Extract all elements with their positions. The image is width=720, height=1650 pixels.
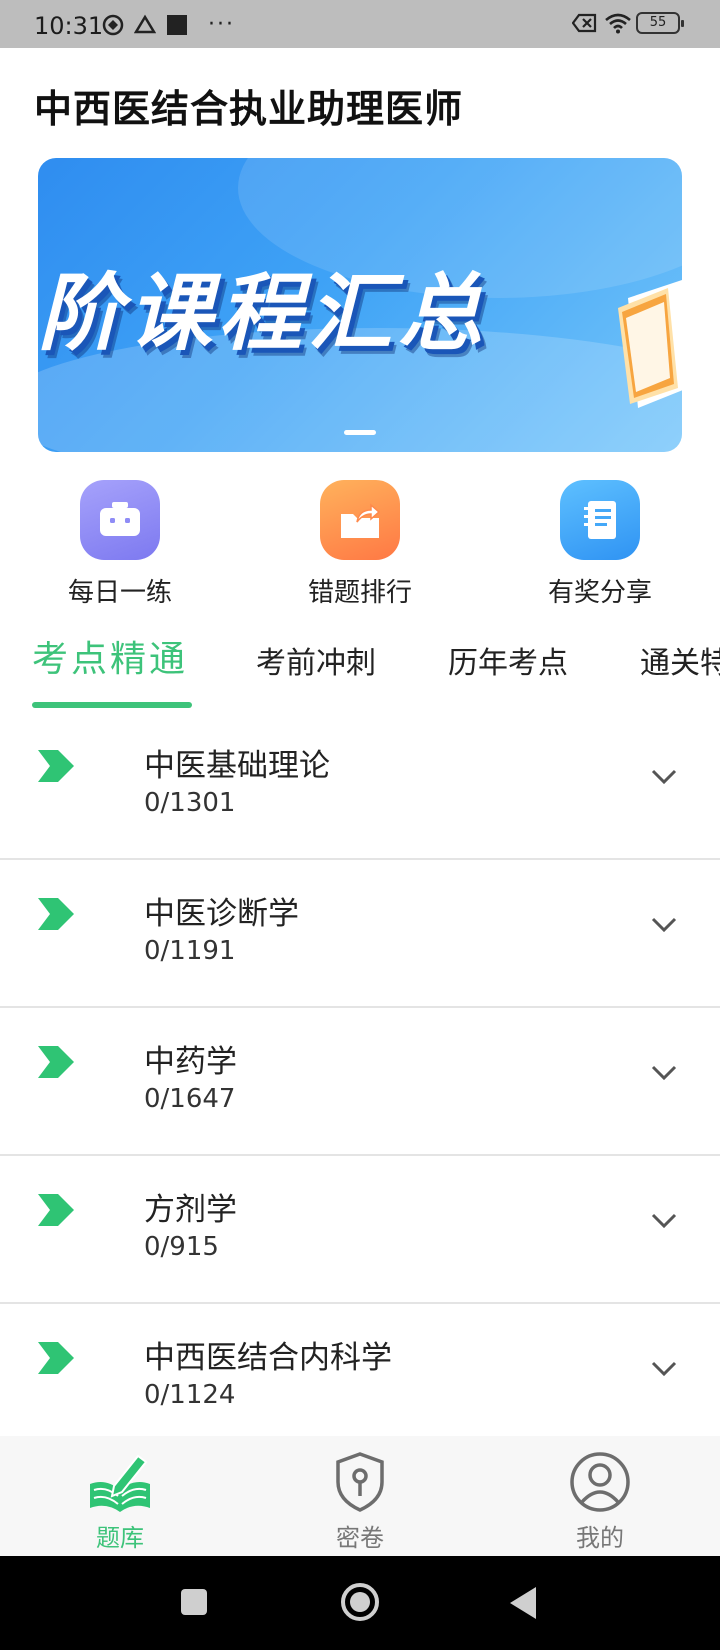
nav-question-bank-label: 题库 — [96, 1524, 144, 1552]
subject-title: 中药学 — [144, 1044, 237, 1080]
carousel-indicator — [344, 430, 376, 435]
app-icon — [102, 14, 124, 36]
subject-title: 中医诊断学 — [144, 896, 299, 932]
more-dots: ··· — [208, 12, 235, 37]
banner-text: 阶课程汇总 — [38, 264, 489, 362]
daily-practice-button[interactable]: 每日一练 — [20, 480, 220, 609]
quick-actions: 每日一练 错题排行 有奖分享 — [0, 480, 720, 610]
square-icon — [166, 14, 188, 36]
home-button[interactable] — [340, 1582, 380, 1622]
chevron-down-icon[interactable] — [650, 1064, 678, 1082]
list-item[interactable]: 中医基础理论 0/1301 — [0, 712, 720, 860]
nav-question-bank[interactable]: 题库 — [0, 1436, 240, 1556]
book-illustration-icon — [618, 280, 682, 408]
chevron-right-icon — [38, 750, 74, 782]
bottom-nav: 题库 密卷 我的 — [0, 1436, 720, 1556]
back-button[interactable] — [508, 1586, 538, 1620]
share-folder-icon — [320, 480, 400, 560]
chevron-right-icon — [38, 898, 74, 930]
subject-title: 中医基础理论 — [144, 748, 330, 784]
drive-icon — [133, 14, 157, 36]
progress-count: 0/1647 — [144, 1084, 236, 1114]
subject-title: 方剂学 — [144, 1192, 237, 1228]
progress-count: 0/1301 — [144, 788, 236, 818]
promo-banner[interactable]: 阶课程汇总 — [38, 158, 682, 452]
daily-practice-label: 每日一练 — [67, 578, 172, 608]
progress-count: 0/1191 — [144, 936, 236, 966]
reward-share-button[interactable]: 有奖分享 — [500, 480, 700, 609]
chevron-down-icon[interactable] — [650, 916, 678, 934]
category-tabs: 考点精通 考前冲刺 历年考点 通关特 — [0, 630, 720, 710]
list-item[interactable]: 中医诊断学 0/1191 — [0, 860, 720, 1008]
wifi-icon — [604, 12, 631, 34]
robot-icon — [80, 480, 160, 560]
book-pencil-icon — [90, 1454, 150, 1512]
sim-blocked-icon — [571, 12, 597, 34]
tab-key-points[interactable]: 考点精通 — [32, 630, 188, 682]
notebook-icon — [560, 480, 640, 560]
chevron-right-icon — [38, 1046, 74, 1078]
status-bar: 10:31 ··· 55 — [0, 0, 720, 48]
chevron-down-icon[interactable] — [650, 1212, 678, 1230]
list-item[interactable]: 方剂学 0/915 — [0, 1156, 720, 1304]
list-item[interactable]: 中药学 0/1647 — [0, 1008, 720, 1156]
nav-secret-papers-label: 密卷 — [336, 1524, 384, 1552]
chevron-down-icon[interactable] — [650, 1360, 678, 1378]
battery-icon: 55 — [636, 12, 684, 34]
chevron-right-icon — [38, 1194, 74, 1226]
active-tab-indicator — [32, 702, 192, 708]
list-item[interactable]: 中西医结合内科学 0/1124 — [0, 1304, 720, 1452]
mistake-ranking-button[interactable]: 错题排行 — [260, 480, 460, 609]
tab-pass-special[interactable]: 通关特 — [640, 638, 720, 682]
nav-secret-papers[interactable]: 密卷 — [240, 1436, 480, 1556]
nav-profile[interactable]: 我的 — [480, 1436, 720, 1556]
tab-past-exams[interactable]: 历年考点 — [448, 638, 568, 682]
shield-key-icon — [336, 1452, 384, 1512]
status-left-icons: ··· — [102, 12, 235, 37]
progress-count: 0/1124 — [144, 1380, 236, 1410]
chevron-down-icon[interactable] — [650, 768, 678, 786]
page-title: 中西医结合执业助理医师 — [34, 87, 464, 131]
status-right-icons: 55 — [571, 12, 684, 34]
system-nav-bar — [0, 1556, 720, 1650]
tab-exam-sprint[interactable]: 考前冲刺 — [256, 638, 376, 682]
progress-count: 0/915 — [144, 1232, 219, 1262]
chevron-right-icon — [38, 1342, 74, 1374]
reward-share-label: 有奖分享 — [547, 578, 652, 608]
subject-list: 中医基础理论 0/1301 中医诊断学 0/1191 中药学 0/1647 方剂… — [0, 712, 720, 1452]
subject-title: 中西医结合内科学 — [144, 1340, 392, 1376]
recent-apps-button[interactable] — [180, 1588, 208, 1616]
user-circle-icon — [570, 1452, 630, 1512]
status-time: 10:31 — [34, 12, 104, 40]
nav-profile-label: 我的 — [576, 1524, 624, 1552]
mistake-ranking-label: 错题排行 — [307, 578, 412, 608]
